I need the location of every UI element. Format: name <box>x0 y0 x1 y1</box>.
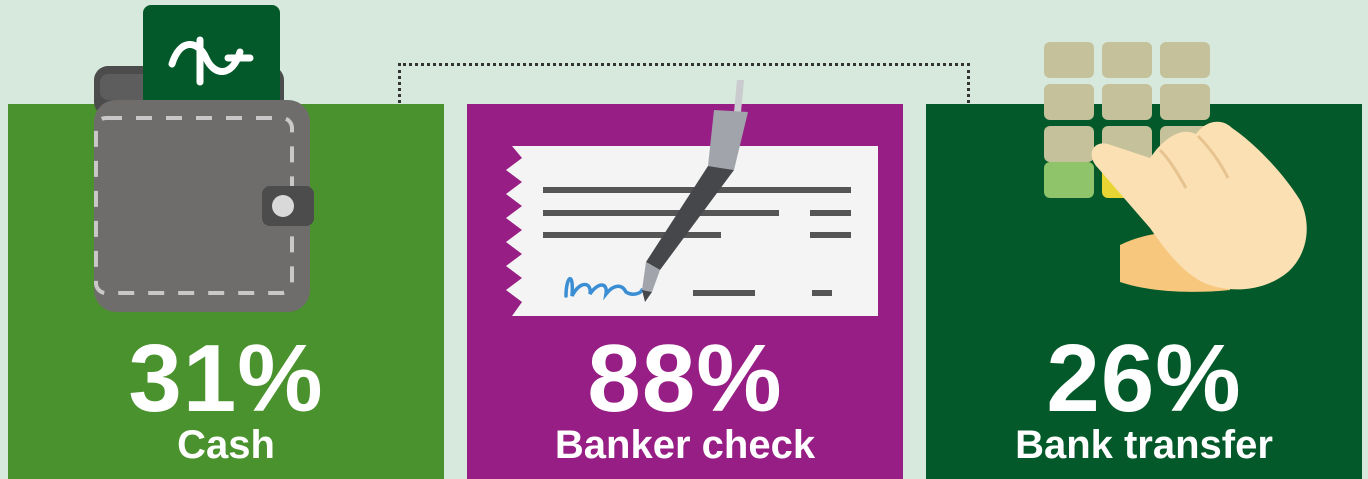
stat-percent: 31% <box>128 325 324 432</box>
stat-label: Banker check <box>554 423 816 467</box>
stat-percent: 26% <box>1046 325 1242 432</box>
keypad-hand-icon <box>1044 42 1307 292</box>
stat-label: Cash <box>177 423 275 467</box>
stat-label: Bank transfer <box>1015 423 1273 467</box>
stat-percent: 88% <box>587 325 783 432</box>
